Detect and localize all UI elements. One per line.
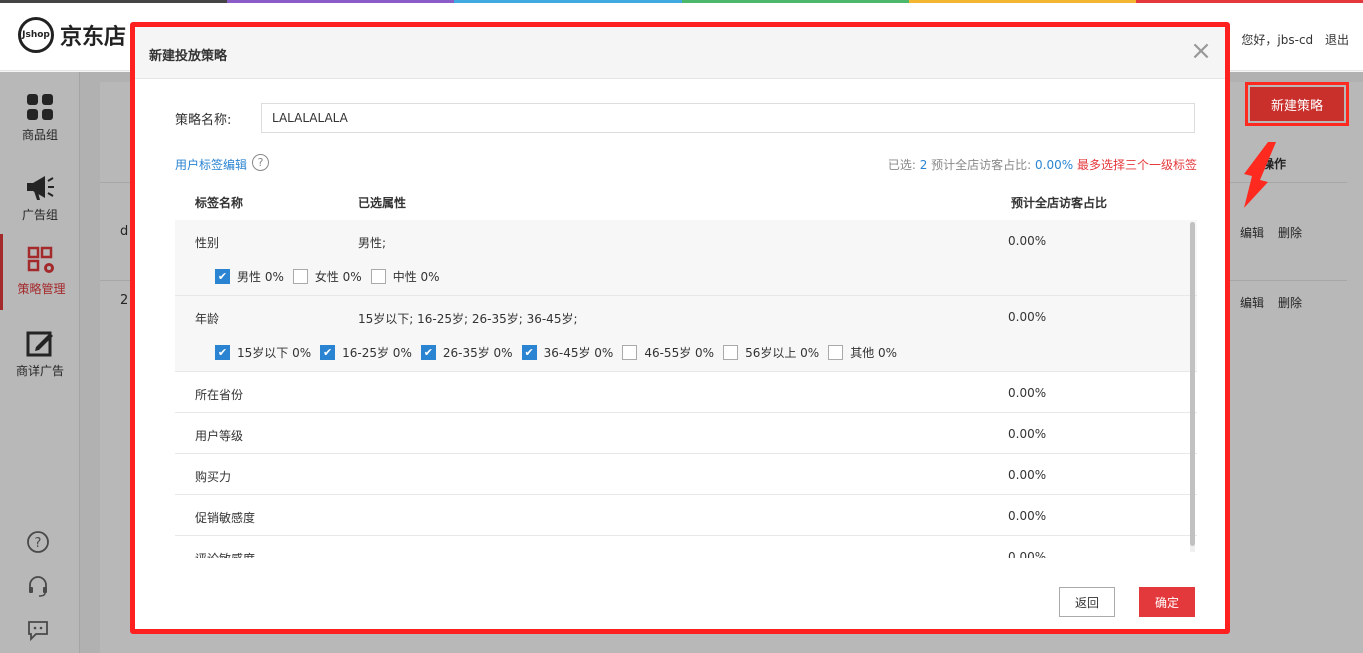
- option-label: 中性 0%: [392, 270, 440, 284]
- table-row-province[interactable]: 所在省份 0.00%: [175, 372, 1197, 413]
- option-label: 46-55岁 0%: [644, 346, 715, 360]
- arrow-icon: [1244, 142, 1276, 208]
- back-button[interactable]: 返回: [1059, 587, 1115, 617]
- option-label: 15岁以下 0%: [237, 346, 312, 360]
- table-row-purchasing-power[interactable]: 购买力 0.00%: [175, 454, 1197, 495]
- help-icon[interactable]: ?: [252, 154, 269, 171]
- brand-name: 京东店: [60, 25, 127, 50]
- checkbox-icon[interactable]: [622, 345, 638, 360]
- option-male[interactable]: ✔ 男性 0%: [215, 268, 284, 285]
- option-label: 女性 0%: [314, 270, 362, 284]
- age-options: ✔ 15岁以下 0% ✔ 16-25岁 0% ✔ 26-35岁 0% ✔ 36-45岁 …: [215, 344, 906, 361]
- strategy-name-input[interactable]: [261, 103, 1195, 133]
- selected-attrs: 15岁以下; 16-25岁; 26-35岁; 36-45岁;: [358, 312, 578, 326]
- summary-prefix: 已选:: [887, 158, 920, 172]
- option-label: 26-35岁 0%: [442, 346, 513, 360]
- tag-percent: 0.00%: [1008, 427, 1047, 441]
- tag-percent: 0.00%: [1008, 234, 1047, 248]
- option-age-over56[interactable]: 56岁以上 0%: [723, 344, 819, 361]
- summary-percent: 0.00%: [1035, 158, 1074, 172]
- option-age-46-55[interactable]: 46-55岁 0%: [622, 344, 714, 361]
- tag-percent: 0.00%: [1008, 509, 1047, 523]
- checkbox-icon[interactable]: [370, 269, 386, 284]
- option-label: 16-25岁 0%: [342, 346, 412, 360]
- option-neutral[interactable]: 中性 0%: [370, 268, 440, 285]
- table-scrollbar[interactable]: [1190, 222, 1195, 552]
- user-tag-edit-link[interactable]: 用户标签编辑: [175, 156, 247, 173]
- option-age-under15[interactable]: ✔ 15岁以下 0%: [215, 344, 311, 361]
- checkbox-checked-icon[interactable]: ✔: [215, 345, 230, 360]
- table-row-age: 年龄 15岁以下; 16-25岁; 26-35岁; 36-45岁; 0.00% …: [175, 296, 1197, 372]
- tag-percent: 0.00%: [1008, 386, 1047, 400]
- table-header: 标签名称 已选属性 预计全店访客占比: [175, 182, 1197, 220]
- logout-link[interactable]: 退出: [1325, 33, 1349, 47]
- selection-summary: 已选: 2 预计全店访客占比: 0.00% 最多选择三个一级标签: [888, 156, 1197, 173]
- logo-mark: Jshop: [18, 17, 54, 53]
- selected-attrs: 男性;: [358, 236, 387, 250]
- option-label: 其他 0%: [850, 346, 898, 360]
- close-icon[interactable]: ×: [1187, 37, 1215, 65]
- checkbox-checked-icon[interactable]: ✔: [320, 345, 336, 360]
- tag-percent: 0.00%: [1008, 550, 1047, 558]
- tag-name: 购买力: [195, 470, 232, 484]
- option-label: 男性 0%: [237, 270, 284, 284]
- col-percent: 预计全店访客占比: [1011, 196, 1108, 210]
- tag-name: 所在省份: [195, 388, 244, 402]
- option-age-16-25[interactable]: ✔ 16-25岁 0%: [320, 344, 412, 361]
- tag-name: 年龄: [195, 312, 220, 326]
- strategy-name-label: 策略名称:: [175, 112, 232, 128]
- option-age-36-45[interactable]: ✔ 36-45岁 0%: [521, 344, 614, 361]
- option-label: 56岁以上 0%: [745, 346, 820, 360]
- checkbox-icon[interactable]: [723, 345, 739, 360]
- user-bar: 您好，jbs-cd 退出: [1233, 31, 1349, 48]
- dialog-header: 新建投放策略 ×: [135, 27, 1225, 79]
- table-row-review-sensitivity[interactable]: 评论敏感度 0.00%: [175, 536, 1197, 558]
- new-strategy-dialog: 新建投放策略 × 策略名称: 用户标签编辑 ? 已选: 2 预计全店访客占比: …: [130, 22, 1230, 634]
- col-selected: 已选属性: [358, 196, 407, 210]
- scrollbar-thumb[interactable]: [1190, 222, 1195, 546]
- col-tag-name: 标签名称: [195, 196, 244, 210]
- option-label: 36-45岁 0%: [543, 346, 614, 360]
- checkbox-icon[interactable]: [828, 345, 844, 360]
- gender-options: ✔ 男性 0% 女性 0% 中性 0%: [215, 268, 449, 285]
- brand-logo[interactable]: Jshop 京东店: [18, 17, 126, 53]
- checkbox-icon[interactable]: [292, 269, 308, 284]
- table-row-promo-sensitivity[interactable]: 促销敏感度 0.00%: [175, 495, 1197, 536]
- checkbox-checked-icon[interactable]: ✔: [521, 345, 537, 360]
- tag-percent: 0.00%: [1008, 310, 1047, 324]
- table-row-gender: 性别 男性; 0.00% ✔ 男性 0% 女性 0% 中性 0%: [175, 220, 1197, 296]
- checkbox-checked-icon[interactable]: ✔: [420, 345, 436, 360]
- table-row-user-level[interactable]: 用户等级 0.00%: [175, 413, 1197, 454]
- user-greeting: 您好，jbs-cd: [1241, 33, 1314, 47]
- option-age-other[interactable]: 其他 0%: [828, 344, 897, 361]
- confirm-button[interactable]: 确定: [1139, 587, 1195, 617]
- new-strategy-button[interactable]: 新建策略: [1245, 82, 1349, 126]
- option-female[interactable]: 女性 0%: [292, 268, 362, 285]
- summary-mid: 预计全店访客占比:: [927, 158, 1036, 172]
- checkbox-checked-icon[interactable]: ✔: [215, 269, 230, 284]
- option-age-26-35[interactable]: ✔ 26-35岁 0%: [420, 344, 513, 361]
- tag-name: 评论敏感度: [195, 550, 255, 558]
- dialog-title: 新建投放策略: [149, 49, 228, 64]
- strategy-name-row: 策略名称:: [175, 103, 1195, 133]
- tag-edit-row: 用户标签编辑 ? 已选: 2 预计全店访客占比: 0.00% 最多选择三个一级标…: [175, 154, 1197, 174]
- tag-table: 标签名称 已选属性 预计全店访客占比 性别 男性; 0.00% ✔ 男性 0% 女…: [175, 182, 1197, 558]
- summary-limit: 最多选择三个一级标签: [1073, 158, 1197, 172]
- tag-name: 性别: [195, 236, 220, 250]
- tag-name: 用户等级: [195, 429, 244, 443]
- tag-percent: 0.00%: [1008, 468, 1047, 482]
- tag-name: 促销敏感度: [195, 511, 256, 525]
